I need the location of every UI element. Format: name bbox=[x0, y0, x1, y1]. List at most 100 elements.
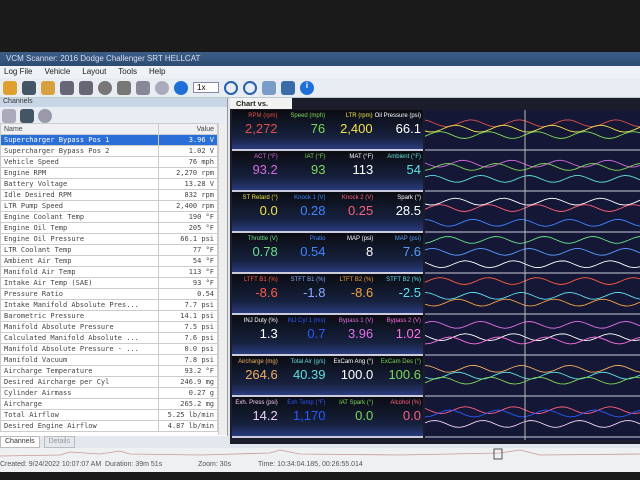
zoom-out-icon[interactable] bbox=[243, 80, 257, 95]
gauge[interactable]: Bypass 1 (V) 3.96 bbox=[328, 315, 376, 354]
gauge[interactable]: INJ Duty (%) 1.3 bbox=[232, 315, 280, 354]
channel-row[interactable]: LTR Coolant Temp 77 °F bbox=[0, 244, 219, 256]
gauge[interactable]: Alcohol (%) 0.0 bbox=[375, 397, 423, 436]
gauge[interactable]: LTFT B1 (%) -8.6 bbox=[232, 274, 280, 313]
play-icon[interactable] bbox=[174, 80, 188, 95]
power-icon[interactable] bbox=[155, 80, 169, 95]
layout-icon[interactable] bbox=[262, 80, 276, 95]
channel-row[interactable]: Cylinder Airmass 0.27 g bbox=[0, 387, 219, 399]
menu-tools[interactable]: Tools bbox=[118, 67, 137, 77]
channel-name: Cylinder Airmass bbox=[0, 387, 159, 399]
gauge[interactable]: INJ Cyl 1 (ms) 0.7 bbox=[280, 315, 328, 354]
record-icon[interactable] bbox=[98, 80, 112, 95]
add-channel-icon[interactable] bbox=[2, 109, 16, 123]
channel-row[interactable]: Pressure Ratio 0.54 bbox=[0, 288, 219, 300]
stop-icon[interactable] bbox=[117, 80, 131, 95]
channels-scrollbar[interactable] bbox=[218, 123, 227, 435]
gauge[interactable]: LTR (rpm) 2,400 bbox=[327, 110, 375, 149]
menu-layout[interactable]: Layout bbox=[82, 67, 106, 77]
channel-row[interactable]: Engine Coolant Temp 190 °F bbox=[0, 211, 219, 223]
channel-name: LTR Pump Speed bbox=[0, 200, 159, 212]
channel-name: Engine Oil Temp bbox=[0, 222, 159, 234]
channel-row[interactable]: Aircharge 265.2 mg bbox=[0, 398, 219, 410]
table-icon[interactable] bbox=[281, 80, 295, 95]
gauge[interactable]: MAP (psi) 7.6 bbox=[375, 233, 423, 272]
channel-row[interactable]: Desired Aircharge per Cyl 246.9 mg bbox=[0, 376, 219, 388]
gauge[interactable]: Pratio 0.54 bbox=[280, 233, 328, 272]
channel-row[interactable]: Battery Voltage 13.28 V bbox=[0, 178, 219, 190]
gauge[interactable]: Knock 1 (V) 0.28 bbox=[280, 192, 328, 231]
channel-row[interactable]: Engine Oil Pressure 66.1 psi bbox=[0, 233, 219, 245]
gauge-value: 14.2 bbox=[252, 408, 278, 423]
channel-row[interactable]: Idle Desired RPM 832 rpm bbox=[0, 189, 219, 201]
gauge[interactable]: Bypass 2 (V) 1.02 bbox=[375, 315, 423, 354]
gauge[interactable]: Knock 2 (V) 0.25 bbox=[328, 192, 376, 231]
channel-row[interactable]: Manifold Absolute Pressure 7.5 psi bbox=[0, 321, 219, 333]
menu-vehicle[interactable]: Vehicle bbox=[44, 67, 70, 77]
gauge[interactable]: ST Retard (°) 0.0 bbox=[232, 192, 280, 231]
channel-row[interactable]: Vehicle Speed 76 mph bbox=[0, 156, 219, 168]
tab-details[interactable]: Details bbox=[43, 436, 75, 448]
gauge[interactable]: ExCam Ang (°) 100.0 bbox=[328, 356, 376, 395]
gauge-value: 93 bbox=[311, 162, 326, 177]
channel-row[interactable]: Intake Air Temp (SAE) 93 °F bbox=[0, 277, 219, 289]
gauge[interactable]: IAT (°F) 93 bbox=[280, 151, 328, 190]
channel-name: Pressure Ratio bbox=[0, 288, 159, 300]
channel-row[interactable]: Barometric Pressure 14.1 psi bbox=[0, 310, 219, 322]
gauge[interactable]: ExCam Des (°) 100.6 bbox=[375, 356, 423, 395]
info-icon[interactable]: i bbox=[300, 80, 314, 95]
series-trace bbox=[425, 420, 640, 428]
open-folder-icon[interactable] bbox=[3, 80, 17, 95]
gauge[interactable]: IAT Spark (°) 0.0 bbox=[328, 397, 376, 436]
gauge-row: Aircharge (mg) 264.6 Total Air (g/s) 40.39 E… bbox=[232, 356, 423, 397]
column-name[interactable]: Name bbox=[0, 123, 159, 135]
channel-row[interactable]: Supercharger Bypass Pos 1 3.96 V bbox=[0, 134, 219, 146]
gauge[interactable]: LTFT B2 (%) -8.6 bbox=[328, 274, 376, 313]
time-chart[interactable] bbox=[425, 110, 640, 440]
gauge[interactable]: Exh. Press (psi) 14.2 bbox=[232, 397, 280, 436]
channel-row[interactable]: Engine RPM 2,270 rpm bbox=[0, 167, 219, 179]
gauge[interactable]: Oil Pressure (psi) 66.1 bbox=[375, 110, 423, 149]
gauge[interactable]: MAP (psi) 8 bbox=[328, 233, 376, 272]
channel-row[interactable]: Ambient Air Temp 54 °F bbox=[0, 255, 219, 267]
channel-row[interactable]: Manifold Absolute Pressure - ... 0.0 psi bbox=[0, 343, 219, 355]
gauge[interactable]: Total Air (g/s) 40.39 bbox=[280, 356, 328, 395]
gauge[interactable]: STFT B1 (%) -1.8 bbox=[280, 274, 328, 313]
tab-channels[interactable]: Channels bbox=[0, 436, 40, 448]
overview-trace[interactable] bbox=[0, 448, 640, 460]
channel-row[interactable]: Supercharger Bypass Pos 2 1.02 V bbox=[0, 145, 219, 157]
channel-row[interactable]: LTR Pump Speed 2,400 rpm bbox=[0, 200, 219, 212]
save-channels-icon[interactable] bbox=[20, 109, 34, 123]
channel-row[interactable]: Engine Oil Temp 205 °F bbox=[0, 222, 219, 234]
export-icon[interactable] bbox=[41, 80, 55, 95]
gauge[interactable]: STFT B2 (%) -2.5 bbox=[375, 274, 423, 313]
gauge-row: ST Retard (°) 0.0 Knock 1 (V) 0.28 Knock 2 (… bbox=[232, 192, 423, 233]
playback-speed-select[interactable]: 1x bbox=[193, 82, 219, 93]
zoom-in-icon[interactable] bbox=[224, 80, 238, 95]
channel-row[interactable]: Desired Engine Airflow 4.87 lb/min bbox=[0, 420, 219, 432]
gauge[interactable]: MAT (°F) 113 bbox=[328, 151, 376, 190]
gauge[interactable]: RPM (rpm) 2,272 bbox=[232, 110, 280, 149]
channel-row[interactable]: Manifold Vacuum 7.8 psi bbox=[0, 354, 219, 366]
menu-log-file[interactable]: Log File bbox=[4, 67, 32, 77]
tab-chart-vs-time[interactable]: Chart vs. Time bbox=[230, 98, 292, 117]
channel-row[interactable]: Calculated Manifold Absolute ... 7.6 psi bbox=[0, 332, 219, 344]
gear-icon[interactable] bbox=[38, 109, 52, 123]
gauge[interactable]: Ambient (°F) 54 bbox=[375, 151, 423, 190]
vehicle-connect-icon[interactable] bbox=[60, 80, 74, 95]
vehicle-info-icon[interactable] bbox=[79, 80, 93, 95]
menu-help[interactable]: Help bbox=[149, 67, 165, 77]
gauge[interactable]: ACT (°F) 93.2 bbox=[232, 151, 280, 190]
channel-row[interactable]: Manifold Air Temp 113 °F bbox=[0, 266, 219, 278]
engine-icon[interactable] bbox=[136, 80, 150, 95]
gauge[interactable]: Speed (mph) 76 bbox=[280, 110, 328, 149]
channel-row[interactable]: Aircharge Temperature 93.2 °F bbox=[0, 365, 219, 377]
column-value[interactable]: Value bbox=[157, 123, 219, 135]
channel-row[interactable]: Total Airflow 5.25 lb/min bbox=[0, 409, 219, 421]
save-icon[interactable] bbox=[22, 80, 36, 95]
gauge[interactable]: Exh Temp (°F) 1,170 bbox=[280, 397, 328, 436]
channel-row[interactable]: Intake Manifold Absolute Pres... 7.7 psi bbox=[0, 299, 219, 311]
gauge[interactable]: Aircharge (mg) 264.6 bbox=[232, 356, 280, 395]
gauge[interactable]: Spark (°) 28.5 bbox=[375, 192, 423, 231]
gauge[interactable]: Throttle (V) 0.78 bbox=[232, 233, 280, 272]
